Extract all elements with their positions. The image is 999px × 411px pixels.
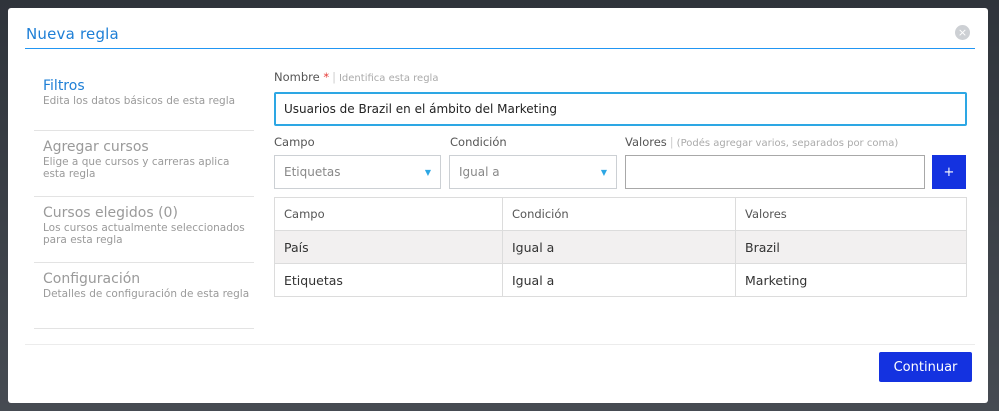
column-header-condicion: Condición — [502, 197, 736, 231]
campo-selected-value: Etiquetas — [284, 165, 341, 179]
step-title: Cursos elegidos (0) — [43, 205, 178, 221]
steps-sidebar: Filtros Edita los datos básicos de esta … — [34, 70, 254, 329]
table-row[interactable]: Etiquetas Igual a Marketing — [274, 263, 967, 297]
step-description: Elige a que cursos y carreras aplica est… — [43, 156, 230, 180]
cell-campo: País — [274, 230, 503, 264]
continue-button[interactable]: Continuar — [879, 352, 972, 382]
condicion-select[interactable]: Igual a ▼ — [449, 155, 617, 189]
modal-header: Nueva regla — [25, 8, 975, 49]
separator: | — [669, 135, 674, 149]
step-description: Detalles de configuración de esta regla — [43, 288, 250, 300]
chevron-down-icon: ▼ — [600, 167, 607, 177]
cell-condicion: Igual a — [502, 263, 736, 297]
name-label: Nombre — [274, 70, 320, 84]
valores-hint: (Podés agregar varios, separados por com… — [676, 138, 899, 149]
column-header-campo: Campo — [274, 197, 503, 231]
filters-table: Campo Condición Valores País Igual a Bra… — [274, 197, 967, 297]
chevron-down-icon: ▼ — [424, 167, 431, 177]
valores-label-row: Valores | (Podés agregar varios, separados… — [625, 135, 898, 149]
condicion-selected-value: Igual a — [459, 165, 500, 179]
separator: | — [332, 70, 336, 84]
campo-select[interactable]: Etiquetas ▼ — [274, 155, 441, 189]
new-rule-modal: Nueva regla × Filtros Edita los datos bá… — [8, 8, 988, 403]
name-hint: Identifica esta regla — [338, 73, 439, 84]
step-configuracion[interactable]: Configuración Detalles de configuración … — [34, 263, 254, 329]
rule-name-input[interactable]: Usuarios de Brazil en el ámbito del Mark… — [274, 92, 967, 126]
cell-valores: Marketing — [735, 263, 967, 297]
step-filtros[interactable]: Filtros Edita los datos básicos de esta … — [34, 70, 254, 131]
campo-label: Campo — [274, 135, 315, 149]
footer-divider — [25, 344, 975, 345]
cell-valores: Brazil — [735, 230, 967, 264]
required-mark: * — [323, 70, 330, 84]
step-title: Filtros — [43, 78, 85, 94]
step-agregar-cursos[interactable]: Agregar cursos Elige a que cursos y carr… — [34, 131, 254, 197]
step-description: Los cursos actualmente seleccionados par… — [43, 222, 245, 246]
table-row[interactable]: País Igual a Brazil — [274, 230, 967, 264]
add-filter-button[interactable]: + — [932, 155, 966, 189]
close-icon[interactable]: × — [955, 25, 970, 40]
column-header-valores: Valores — [735, 197, 967, 231]
step-title: Agregar cursos — [43, 139, 149, 155]
cell-campo: Etiquetas — [274, 263, 503, 297]
step-cursos-elegidos[interactable]: Cursos elegidos (0) Los cursos actualmen… — [34, 197, 254, 263]
valores-input[interactable] — [625, 155, 925, 189]
modal-title: Nueva regla — [26, 25, 119, 43]
name-label-row: Nombre * | Identifica esta regla — [274, 70, 438, 84]
condicion-label: Condición — [450, 135, 507, 149]
cell-condicion: Igual a — [502, 230, 736, 264]
table-header-row: Campo Condición Valores — [274, 197, 967, 231]
step-description: Edita los datos básicos de esta regla — [43, 95, 236, 107]
step-title: Configuración — [43, 271, 141, 287]
valores-label: Valores — [625, 135, 667, 149]
